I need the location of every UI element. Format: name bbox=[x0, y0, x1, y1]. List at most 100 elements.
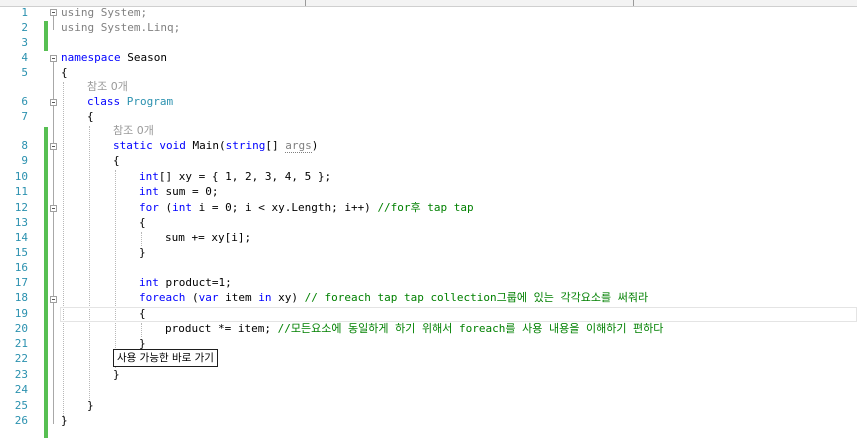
code-text: xy) bbox=[271, 291, 305, 304]
comment: //모든요소에 동일하게 하기 위해서 foreach를 사용 내용을 이해하기… bbox=[277, 322, 664, 335]
line-number: 15 bbox=[14, 246, 28, 259]
code-text: product *= item; bbox=[165, 322, 278, 335]
line-number: 10 bbox=[14, 170, 28, 183]
codelens-references[interactable]: 참조 0개 bbox=[87, 80, 128, 94]
line-number: 22 bbox=[14, 352, 28, 365]
code-text: Season bbox=[120, 51, 167, 64]
collapse-icon[interactable] bbox=[50, 296, 57, 303]
code-text: [] bbox=[265, 139, 286, 152]
line-number: 11 bbox=[14, 185, 28, 198]
code-text: System.Linq; bbox=[94, 21, 181, 34]
code-line[interactable]: sum += xy[i]; bbox=[165, 231, 251, 245]
class-name: Program bbox=[126, 95, 174, 108]
code-line[interactable]: { bbox=[139, 307, 146, 321]
keyword: in bbox=[258, 291, 272, 304]
codelens-references[interactable]: 참조 0개 bbox=[113, 124, 154, 138]
code-line[interactable]: } bbox=[87, 399, 94, 413]
line-number: 13 bbox=[14, 216, 28, 229]
keyword: int bbox=[139, 185, 159, 198]
line-number: 23 bbox=[14, 368, 28, 381]
change-marker bbox=[44, 21, 48, 51]
line-number: 4 bbox=[21, 51, 28, 64]
code-line[interactable]: { bbox=[87, 110, 94, 124]
line-number: 1 bbox=[21, 6, 28, 19]
line-number: 18 bbox=[14, 291, 28, 304]
change-marker bbox=[44, 127, 48, 438]
code-text: item bbox=[218, 291, 259, 304]
current-line-highlight bbox=[60, 307, 857, 322]
indent-guide bbox=[63, 82, 64, 418]
keyword: using bbox=[61, 6, 95, 19]
indent-guide bbox=[141, 232, 142, 246]
line-number: 21 bbox=[14, 337, 28, 350]
nav-bar-separator bbox=[633, 0, 634, 6]
line-number: 5 bbox=[21, 66, 28, 79]
keyword: namespace bbox=[61, 51, 121, 64]
keyword: using bbox=[61, 21, 95, 34]
line-number-gutter: 1 2 3 4 5 6 7 8 9 10 11 12 13 14 15 16 1… bbox=[0, 0, 44, 438]
keyword: static void bbox=[113, 139, 186, 152]
comment: //for후 tap tap bbox=[377, 201, 474, 214]
line-number: 19 bbox=[14, 307, 28, 320]
line-number: 17 bbox=[14, 276, 28, 289]
keyword: class bbox=[87, 95, 121, 108]
code-line[interactable]: int product=1; bbox=[139, 276, 232, 290]
code-line[interactable]: namespace Season bbox=[61, 51, 167, 65]
indent-guide bbox=[115, 170, 116, 368]
keyword: for bbox=[139, 201, 159, 214]
line-number: 6 bbox=[21, 95, 28, 108]
code-line[interactable]: { bbox=[113, 154, 120, 168]
keyword: string bbox=[225, 139, 266, 152]
code-text: ( bbox=[185, 291, 199, 304]
code-text: product=1; bbox=[158, 276, 232, 289]
line-number: 7 bbox=[21, 110, 28, 123]
code-text: System; bbox=[94, 6, 148, 19]
keyword: int bbox=[139, 276, 159, 289]
code-line[interactable]: int[] xy = { 1, 2, 3, 4, 5 }; bbox=[139, 170, 331, 184]
code-line[interactable]: } bbox=[139, 246, 146, 260]
code-line[interactable]: int sum = 0; bbox=[139, 185, 218, 199]
code-line[interactable]: using System.Linq; bbox=[61, 21, 180, 35]
code-text: i = 0; i < xy.Length; i++) bbox=[192, 201, 378, 214]
keyword: foreach bbox=[139, 291, 186, 304]
outline-line bbox=[53, 62, 54, 424]
keyword: var bbox=[198, 291, 219, 304]
line-number: 16 bbox=[14, 261, 28, 274]
collapse-icon[interactable] bbox=[50, 99, 57, 106]
collapse-icon[interactable] bbox=[50, 205, 57, 212]
code-line[interactable]: { bbox=[61, 66, 68, 80]
collapse-icon[interactable] bbox=[50, 9, 57, 16]
code-line[interactable]: } bbox=[113, 368, 120, 382]
code-line[interactable]: } bbox=[61, 414, 68, 428]
keyword: int bbox=[139, 170, 159, 183]
code-line[interactable]: foreach (var item in xy) // foreach tap … bbox=[139, 291, 648, 305]
code-line[interactable]: class Program bbox=[87, 95, 173, 109]
code-line[interactable]: { bbox=[139, 216, 146, 230]
line-number: 25 bbox=[14, 399, 28, 412]
line-number: 14 bbox=[14, 231, 28, 244]
shortcut-tooltip: 사용 가능한 바로 가기 bbox=[113, 349, 218, 367]
line-number: 2 bbox=[21, 21, 28, 34]
unused-parameter: args bbox=[285, 139, 312, 153]
line-number: 12 bbox=[14, 201, 28, 214]
line-number: 24 bbox=[14, 383, 28, 396]
code-line[interactable]: static void Main(string[] args) bbox=[113, 139, 318, 153]
code-text: ( bbox=[158, 201, 173, 214]
code-line[interactable]: product *= item; //모든요소에 동일하게 하기 위해서 for… bbox=[165, 322, 663, 336]
code-text: ) bbox=[311, 139, 319, 152]
collapse-icon[interactable] bbox=[50, 143, 57, 150]
code-line[interactable]: using System; bbox=[61, 6, 147, 20]
line-number: 26 bbox=[14, 414, 28, 427]
line-number: 8 bbox=[21, 139, 28, 152]
line-number: 3 bbox=[21, 36, 28, 49]
collapse-icon[interactable] bbox=[50, 55, 57, 62]
code-text: sum = 0; bbox=[158, 185, 219, 198]
nav-bar-separator bbox=[305, 0, 306, 6]
line-number: 9 bbox=[21, 154, 28, 167]
code-text: [] xy = { 1, 2, 3, 4, 5 }; bbox=[158, 170, 332, 183]
code-line[interactable]: for (int i = 0; i < xy.Length; i++) //fo… bbox=[139, 201, 474, 215]
keyword: int bbox=[172, 201, 192, 214]
line-number: 20 bbox=[14, 322, 28, 335]
comment: // foreach tap tap collection그룹에 있는 각각요소… bbox=[304, 291, 649, 304]
indent-guide bbox=[89, 126, 90, 400]
